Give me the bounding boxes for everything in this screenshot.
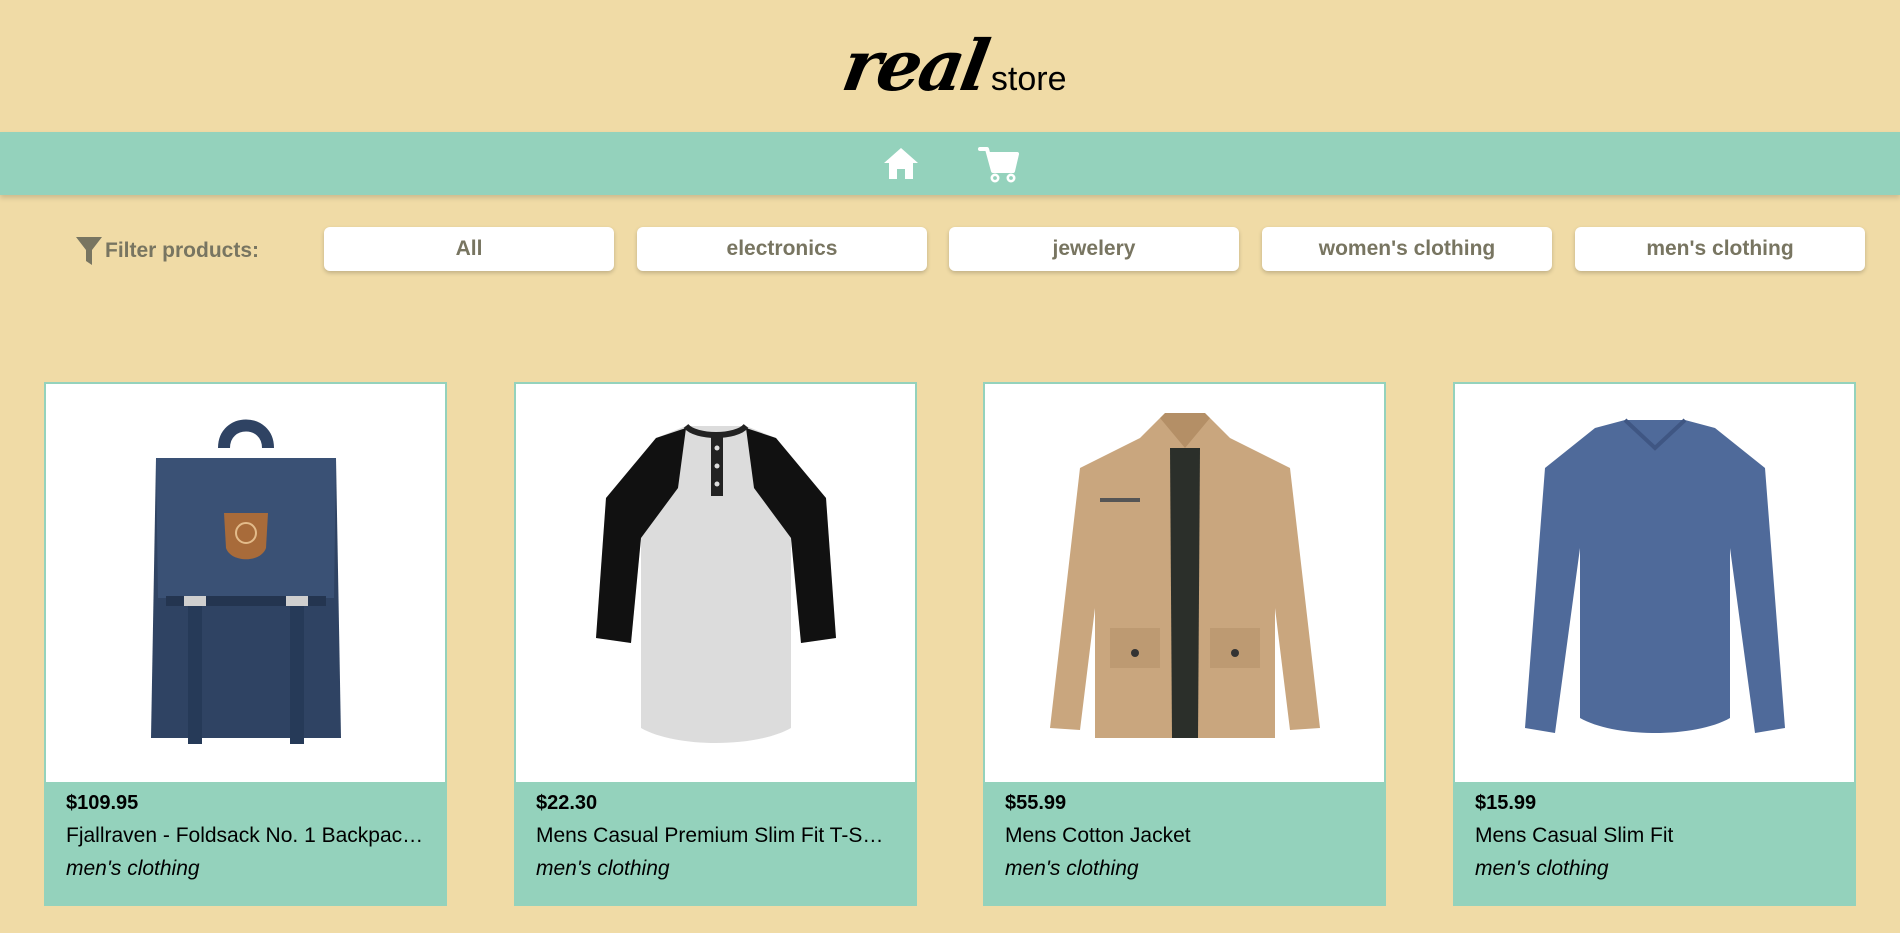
product-title: Mens Cotton Jacket [1005,824,1191,847]
filter-label-text: Filter products: [105,239,260,262]
filter-label: Filter products: [75,235,259,267]
filter-button-all[interactable]: All [324,227,614,271]
product-price: $55.99 [1005,792,1067,814]
cart-icon[interactable] [975,140,1023,188]
home-icon[interactable] [877,140,925,188]
header: real store [0,0,1900,132]
filter-bar: Filter products: All electronics jeweler… [0,195,1900,355]
product-info: $15.99 Mens Casual Slim Fit men's clothi… [1453,784,1856,906]
product-info: $55.99 Mens Cotton Jacket men's clothing [983,784,1386,906]
product-price: $22.30 [536,792,598,814]
product-image-backpack[interactable] [44,382,447,784]
product-card[interactable]: $22.30 Mens Casual Premium Slim Fit T-Sh… [514,382,917,906]
filter-button-mens-clothing[interactable]: men's clothing [1575,227,1865,271]
product-title: Mens Casual Slim Fit [1475,824,1674,847]
filter-icon [76,237,102,265]
filter-button-jewelery[interactable]: jewelery [949,227,1239,271]
navbar [0,132,1900,195]
product-category: men's clothing [66,857,200,880]
logo-text-main: real [836,23,993,107]
filter-button-womens-clothing[interactable]: women's clothing [1262,227,1552,271]
filter-button-electronics[interactable]: electronics [637,227,927,271]
product-category: men's clothing [536,857,670,880]
logo-text-suffix: store [990,59,1067,98]
product-title: Mens Casual Premium Slim Fit T-Shirts [536,824,895,847]
product-category: men's clothing [1005,857,1139,880]
product-info: $109.95 Fjallraven - Foldsack No. 1 Back… [44,784,447,906]
product-image-jacket[interactable] [983,382,1386,784]
product-price: $15.99 [1475,792,1537,814]
product-card[interactable]: $15.99 Mens Casual Slim Fit men's clothi… [1453,382,1856,906]
store-logo[interactable]: real store [836,24,1067,107]
product-image-long-sleeve-shirt[interactable] [1453,382,1856,784]
product-category: men's clothing [1475,857,1609,880]
product-price: $109.95 [66,792,139,814]
product-title: Fjallraven - Foldsack No. 1 Backpack, Fi… [66,824,425,847]
product-card[interactable]: $55.99 Mens Cotton Jacket men's clothing [983,382,1386,906]
product-image-raglan-shirt[interactable] [514,382,917,784]
product-card[interactable]: $109.95 Fjallraven - Foldsack No. 1 Back… [44,382,447,906]
product-info: $22.30 Mens Casual Premium Slim Fit T-Sh… [514,784,917,906]
